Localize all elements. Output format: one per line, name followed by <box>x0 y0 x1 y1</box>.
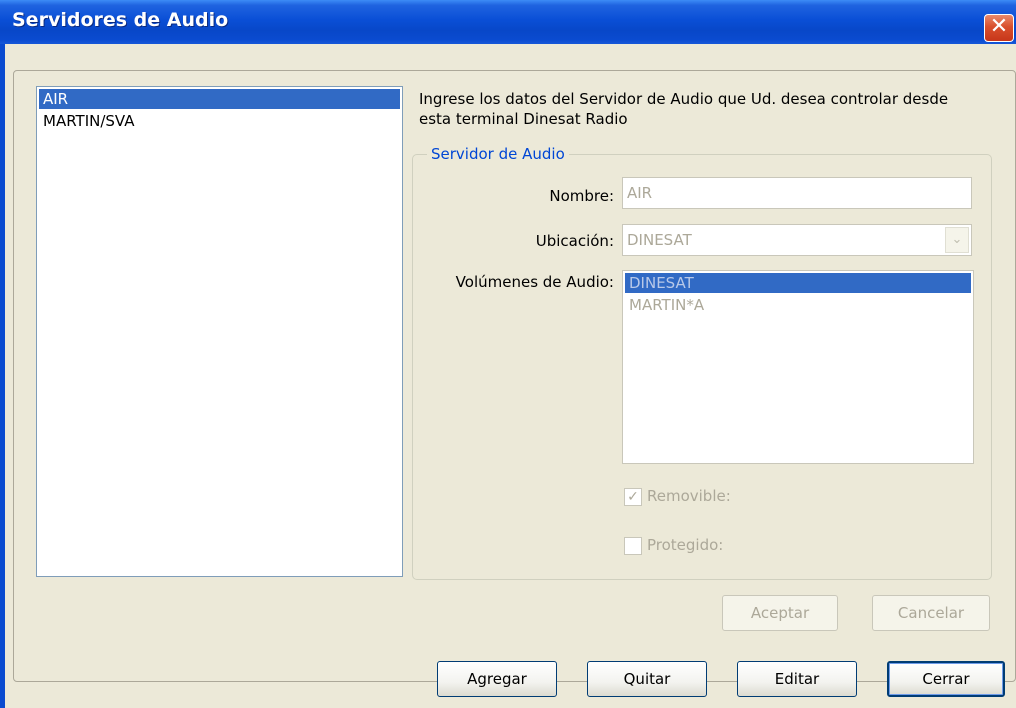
window-title: Servidores de Audio <box>12 9 229 31</box>
agregar-button[interactable]: Agregar <box>437 661 557 697</box>
chevron-down-icon[interactable]: ⌄ <box>945 227 969 253</box>
title-bar[interactable]: Servidores de Audio ✕ <box>0 0 1016 44</box>
server-list-item[interactable]: AIR <box>39 89 400 109</box>
volumenes-list[interactable]: DINESAT MARTIN*A <box>622 270 974 464</box>
removible-checkbox[interactable]: ✓ <box>624 488 642 506</box>
protegido-label: Protegido: <box>647 536 724 554</box>
volumen-list-item[interactable]: DINESAT <box>625 273 971 293</box>
server-list[interactable]: AIR MARTIN/SVA <box>36 86 403 577</box>
server-list-item[interactable]: MARTIN/SVA <box>39 111 400 131</box>
removible-label: Removible: <box>647 487 731 505</box>
aceptar-button[interactable]: Aceptar <box>722 595 838 631</box>
cancelar-button[interactable]: Cancelar <box>872 595 990 631</box>
nombre-field[interactable]: AIR <box>622 177 972 209</box>
quitar-button[interactable]: Quitar <box>587 661 707 697</box>
volumenes-label: Volúmenes de Audio: <box>455 273 614 291</box>
intro-text: Ingrese los datos del Servidor de Audio … <box>419 90 949 128</box>
nombre-label: Nombre: <box>549 187 614 205</box>
protegido-checkbox[interactable] <box>624 537 642 555</box>
editar-button[interactable]: Editar <box>737 661 857 697</box>
close-button[interactable]: ✕ <box>984 14 1014 42</box>
cerrar-button[interactable]: Cerrar <box>887 661 1005 697</box>
ubicacion-label: Ubicación: <box>535 232 614 250</box>
ubicacion-select[interactable]: DINESAT ⌄ <box>622 224 972 256</box>
fieldset-legend: Servidor de Audio <box>427 145 569 163</box>
volumen-list-item[interactable]: MARTIN*A <box>625 295 971 315</box>
ubicacion-value: DINESAT <box>627 231 692 249</box>
